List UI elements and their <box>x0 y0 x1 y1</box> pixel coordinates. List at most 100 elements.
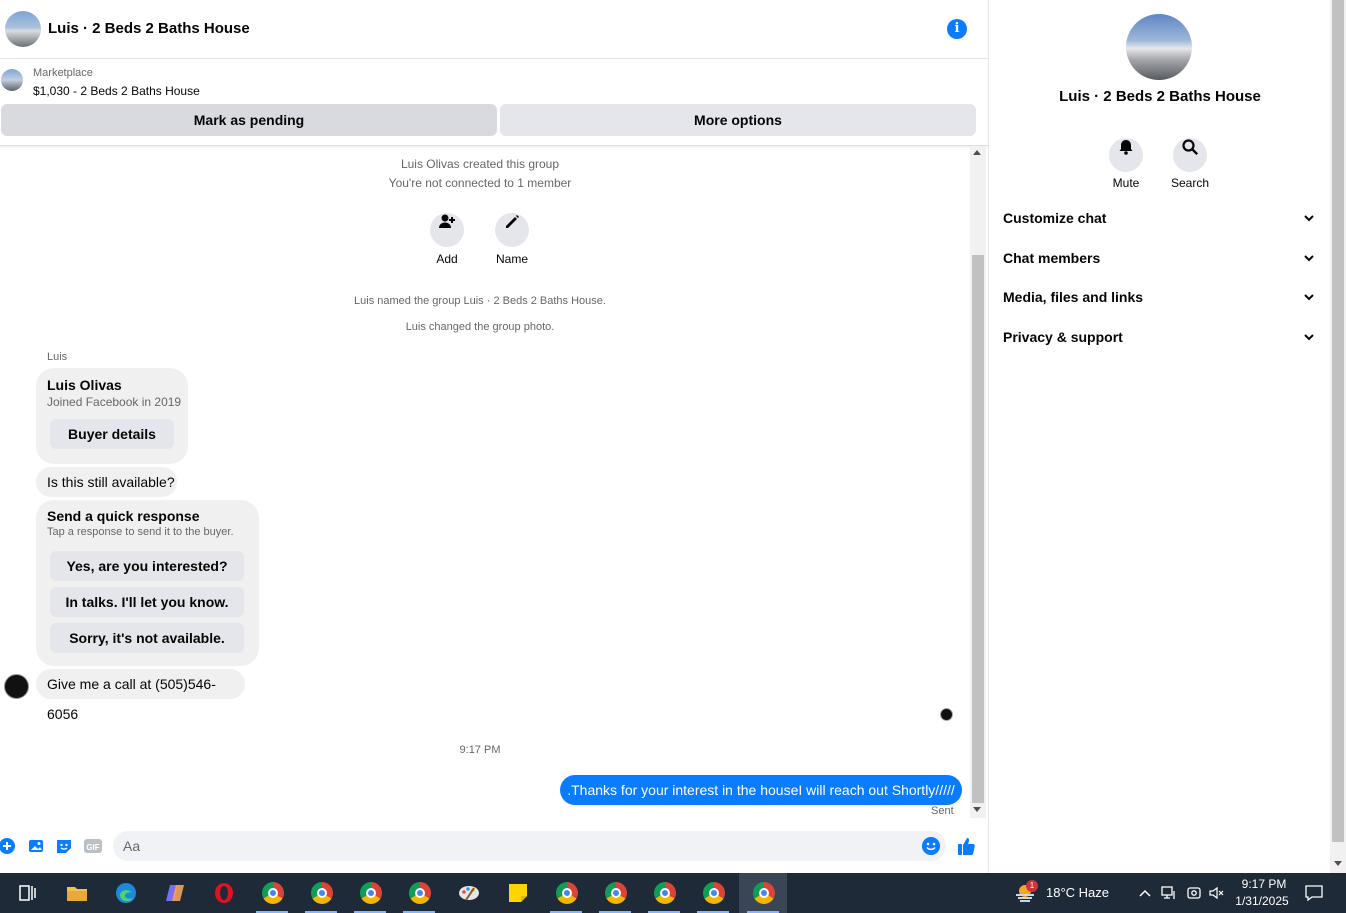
chat-members-section[interactable]: Chat members <box>1003 244 1315 272</box>
info-icon[interactable]: i <box>947 19 967 39</box>
marketplace-label: Marketplace <box>33 67 93 79</box>
sticker-icon[interactable] <box>55 837 73 855</box>
panel-group-avatar[interactable] <box>1126 14 1192 80</box>
copilot-icon <box>166 885 184 901</box>
volume-muted-icon[interactable] <box>1209 885 1225 901</box>
message-input[interactable] <box>113 831 946 861</box>
scroll-up-arrow[interactable] <box>973 150 981 155</box>
chrome-button[interactable] <box>591 873 639 913</box>
composer: GIF <box>0 828 988 872</box>
page-scroll-thumb[interactable] <box>1332 0 1344 842</box>
media-files-links-section[interactable]: Media, files and links <box>1003 283 1315 311</box>
message-bubble[interactable]: Is this still available? <box>36 467 177 497</box>
chrome-button[interactable] <box>640 873 688 913</box>
chevron-down-icon <box>1304 255 1314 262</box>
chevron-down-icon <box>1304 294 1314 301</box>
chrome-icon <box>654 882 676 904</box>
chrome-button[interactable] <box>346 873 394 913</box>
opera-button[interactable] <box>199 873 247 913</box>
scroll-down-arrow[interactable] <box>973 807 981 812</box>
paint-button[interactable] <box>444 873 492 913</box>
message-bubble[interactable]: Give me a call at (505)546-6056 <box>36 669 245 722</box>
not-connected-notice: You're not connected to 1 member <box>388 176 572 190</box>
section-label: Privacy & support <box>1003 329 1123 345</box>
weather-badge: 1 <box>1026 880 1038 892</box>
message-timestamp: 9:17 PM <box>459 744 501 756</box>
task-view-button[interactable] <box>2 873 50 913</box>
customize-chat-section[interactable]: Customize chat <box>1003 204 1315 232</box>
search-label: Search <box>1170 176 1210 190</box>
plus-icon[interactable] <box>0 837 18 855</box>
file-explorer-button[interactable] <box>52 873 100 913</box>
quick-reply-button[interactable]: Sorry, it's not available. <box>50 623 244 653</box>
chat-header: Luis · 2 Beds 2 Baths House i <box>0 0 988 59</box>
add-member-action[interactable]: Add <box>417 205 477 266</box>
name-group-action[interactable]: Name <box>482 205 542 266</box>
buyer-profile-card: Luis Olivas Joined Facebook in 2019 Buye… <box>36 368 188 464</box>
camera-icon[interactable] <box>1186 885 1202 901</box>
chat-title[interactable]: Luis · 2 Beds 2 Baths House <box>48 20 250 37</box>
mute-action[interactable]: Mute <box>1096 130 1156 190</box>
weather-text[interactable]: 18°C Haze <box>1046 885 1109 900</box>
search-icon <box>1182 139 1199 156</box>
chrome-button[interactable] <box>248 873 296 913</box>
gif-icon[interactable]: GIF <box>83 837 103 855</box>
task-view-icon <box>19 885 36 901</box>
chrome-button[interactable] <box>689 873 737 913</box>
section-label: Media, files and links <box>1003 289 1144 305</box>
more-options-button[interactable]: More options <box>500 104 976 136</box>
sticky-notes-button[interactable] <box>493 873 541 913</box>
quick-reply-button[interactable]: Yes, are you interested? <box>50 551 244 581</box>
chrome-icon <box>409 882 431 904</box>
chat-scrollbar[interactable] <box>970 147 986 818</box>
group-avatar[interactable] <box>5 11 41 47</box>
sent-message-bubble[interactable]: .Thanks for your interest in the houseI … <box>560 775 962 805</box>
folder-icon <box>67 887 87 901</box>
mark-as-pending-button[interactable]: Mark as pending <box>1 104 497 136</box>
search-action[interactable]: Search <box>1160 130 1220 190</box>
notification-icon[interactable] <box>1305 885 1323 901</box>
sender-name: Luis <box>47 351 68 363</box>
chrome-button[interactable] <box>395 873 443 913</box>
chrome-button-active[interactable] <box>739 873 787 913</box>
page-scrollbar[interactable] <box>1330 0 1346 873</box>
mute-label: Mute <box>1112 176 1140 190</box>
chrome-icon <box>311 882 333 904</box>
panel-title: Luis · 2 Beds 2 Baths House <box>1059 88 1261 105</box>
buyer-name: Luis Olivas <box>47 377 122 393</box>
add-label: Add <box>436 252 458 266</box>
chrome-button[interactable] <box>297 873 345 913</box>
clock-date[interactable]: 1/31/2025 <box>1230 894 1294 908</box>
chevron-down-icon <box>1304 215 1314 222</box>
edge-icon <box>116 883 136 903</box>
chevron-down-icon <box>1304 334 1314 341</box>
photo-icon[interactable] <box>27 837 45 855</box>
chrome-icon <box>753 882 775 904</box>
sender-avatar[interactable] <box>4 674 29 699</box>
privacy-support-section[interactable]: Privacy & support <box>1003 323 1315 351</box>
scroll-thumb[interactable] <box>972 255 984 803</box>
chrome-icon <box>703 882 725 904</box>
chrome-button[interactable] <box>542 873 590 913</box>
message-list[interactable]: Luis Olivas created this group You're no… <box>0 147 970 827</box>
chrome-icon <box>360 882 382 904</box>
emoji-icon[interactable] <box>922 837 940 855</box>
windows-taskbar: 1 18°C Haze 9:17 PM 1/31/2025 <box>0 873 1346 913</box>
quick-reply-button[interactable]: In talks. I'll let you know. <box>50 587 244 617</box>
buyer-details-button[interactable]: Buyer details <box>50 419 174 449</box>
svg-text:GIF: GIF <box>86 843 99 852</box>
quick-response-card: Send a quick response Tap a response to … <box>36 500 259 666</box>
clock-time[interactable]: 9:17 PM <box>1236 877 1292 891</box>
section-label: Customize chat <box>1003 210 1107 226</box>
chevron-up-icon[interactable] <box>1138 887 1152 899</box>
listing-title[interactable]: $1,030 - 2 Beds 2 Baths House <box>33 84 200 98</box>
sent-status: Sent <box>931 805 954 817</box>
page-scroll-down-arrow[interactable] <box>1334 861 1342 866</box>
changed-photo-notice: Luis changed the group photo. <box>405 321 555 333</box>
edge-button[interactable] <box>101 873 149 913</box>
thumbs-up-icon[interactable] <box>957 836 977 856</box>
listing-thumbnail[interactable] <box>1 69 23 91</box>
copilot-button[interactable] <box>150 873 198 913</box>
bell-icon <box>1119 140 1133 155</box>
network-icon[interactable] <box>1161 885 1177 901</box>
